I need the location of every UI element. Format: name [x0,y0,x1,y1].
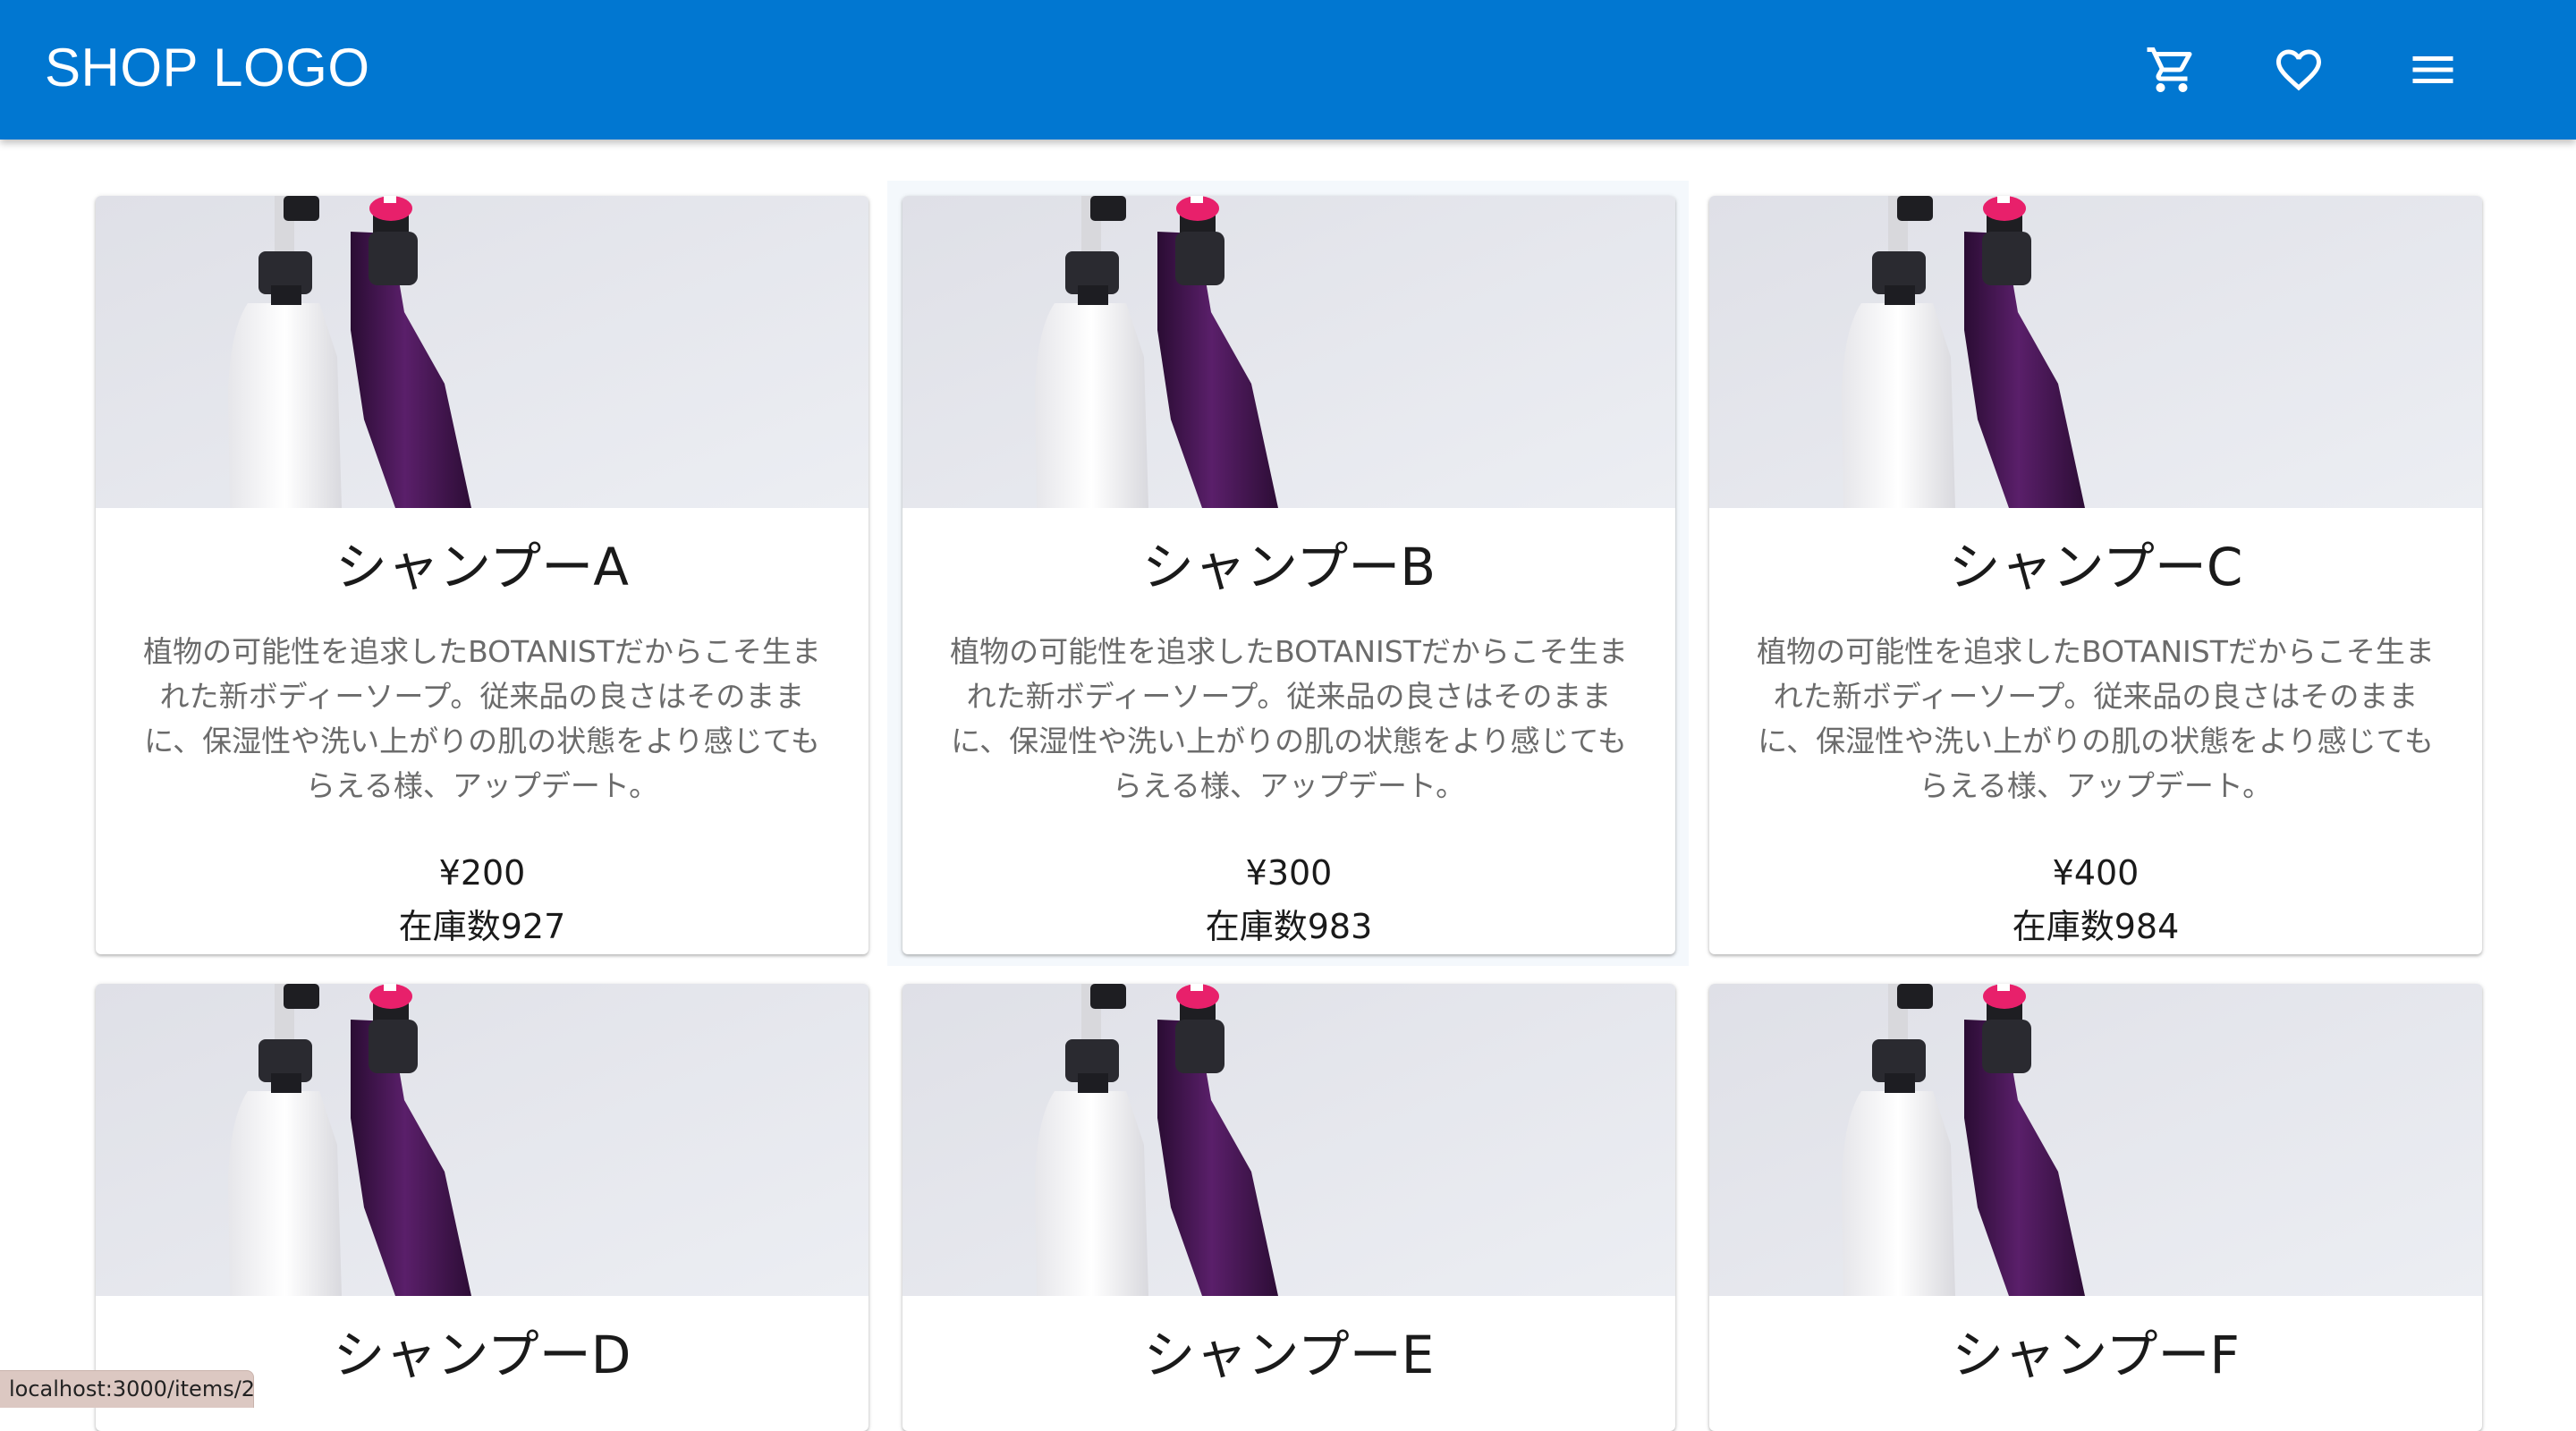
product-stock: 在庫数927 [398,907,566,946]
favorite-button[interactable] [2261,32,2336,107]
cart-button[interactable] [2134,32,2209,107]
product-name: シャンプーB [1141,537,1436,597]
shampoo-bottle-image [96,984,869,1296]
product-grid: シャンプーA 植物の可能性を追求したBOTANISTだからこそ生まれた新ボディー… [0,140,2576,1431]
shampoo-bottle-image [1709,196,2482,508]
product-image [96,196,869,508]
shampoo-bottle-image [1709,984,2482,1296]
product-name: シャンプーA [335,537,629,597]
product-stock: 在庫数984 [2012,907,2180,946]
app-bar: SHOP LOGO [0,0,2576,140]
product-price: ¥300 [1245,853,1333,893]
product-card[interactable]: シャンプーE [902,984,1675,1431]
product-price: ¥400 [2052,853,2140,893]
product-image [1709,196,2482,508]
product-image [902,984,1675,1296]
shop-logo[interactable]: SHOP LOGO [45,36,370,100]
product-description: 植物の可能性を追求したBOTANISTだからこそ生まれた新ボディーソープ。従来品… [143,634,821,803]
heart-icon [2276,49,2321,91]
product-image [902,196,1675,508]
menu-button[interactable] [2395,32,2470,107]
product-name: シャンプーE [1143,1325,1435,1385]
product-card[interactable]: シャンプーA 植物の可能性を追求したBOTANISTだからこそ生まれた新ボディー… [96,196,869,954]
product-image [96,984,869,1296]
product-card[interactable]: シャンプーF [1709,984,2482,1431]
product-description: 植物の可能性を追求したBOTANISTだからこそ生まれた新ボディーソープ。従来品… [1757,634,2435,803]
shampoo-bottle-image [902,196,1675,508]
shampoo-bottle-image [96,196,869,508]
product-card[interactable]: シャンプーC 植物の可能性を追求したBOTANISTだからこそ生まれた新ボディー… [1709,196,2482,954]
cart-icon [2147,47,2192,92]
product-card[interactable]: シャンプーD [96,984,869,1431]
product-card[interactable]: シャンプーB 植物の可能性を追求したBOTANISTだからこそ生まれた新ボディー… [902,196,1675,954]
product-name: シャンプーF [1952,1325,2240,1385]
product-description: 植物の可能性を追求したBOTANISTだからこそ生まれた新ボディーソープ。従来品… [950,634,1628,803]
product-price: ¥200 [438,853,526,893]
product-name: シャンプーC [1948,537,2243,597]
shampoo-bottle-image [902,984,1675,1296]
menu-icon [2412,56,2453,83]
product-image [1709,984,2482,1296]
browser-status-url: localhost:3000/items/2 [0,1370,255,1408]
product-stock: 在庫数983 [1205,907,1373,946]
